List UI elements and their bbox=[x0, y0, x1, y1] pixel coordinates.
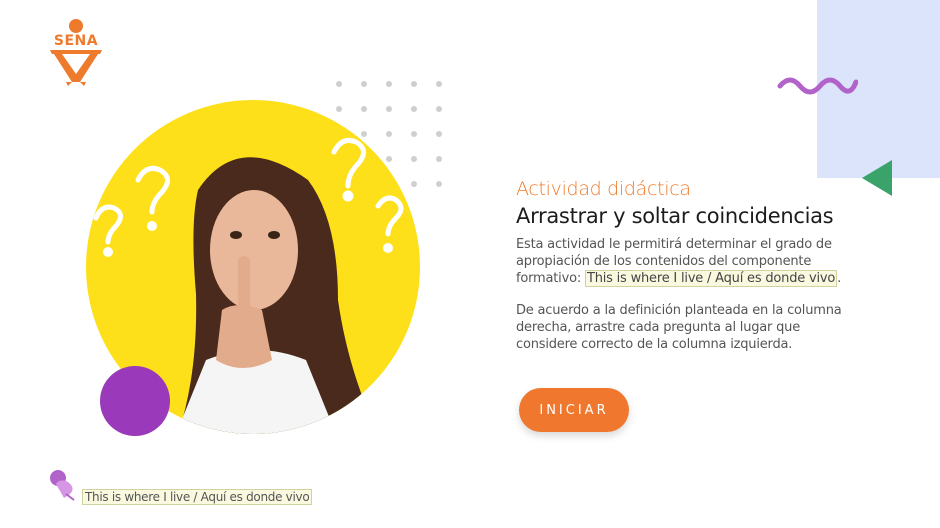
wave-decoration-icon bbox=[777, 77, 858, 95]
sena-logo: SENA bbox=[40, 16, 112, 86]
activity-description: Esta actividad le permitirá determinar e… bbox=[516, 236, 856, 287]
purple-circle-decoration bbox=[100, 366, 170, 436]
logo-text: SENA bbox=[53, 33, 99, 49]
activity-eyebrow: Actividad didáctica bbox=[516, 178, 691, 200]
footer-component-label: This is where I live / Aquí es donde viv… bbox=[82, 489, 313, 505]
start-button[interactable]: INICIAR bbox=[519, 388, 629, 432]
component-name-highlight: This is where I live / Aquí es donde viv… bbox=[584, 270, 838, 287]
activity-title: Arrastrar y soltar coincidencias bbox=[516, 204, 834, 228]
component-suffix: . bbox=[837, 271, 842, 286]
pushpin-icon bbox=[50, 470, 75, 501]
activity-instructions: De acuerdo a la definición planteada en … bbox=[516, 303, 842, 352]
triangle-decoration-icon bbox=[862, 160, 892, 196]
